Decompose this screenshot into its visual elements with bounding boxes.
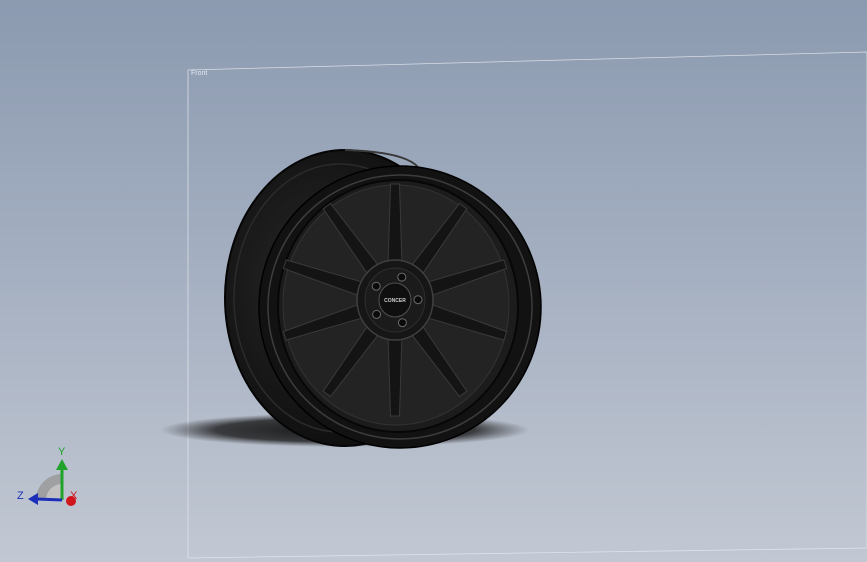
x-axis-label: X [70,490,78,502]
lug-nut [413,295,423,305]
wheel-spoke [387,333,403,417]
lug-nut [397,272,407,282]
y-axis-label: Y [58,446,66,458]
graphics-viewport[interactable]: Front CONCER Y Z X [0,0,867,562]
wheel-spoke [387,183,403,267]
wheel-model[interactable]: CONCER [224,149,542,449]
z-axis-arrow [36,497,63,502]
lug-nut [372,309,382,319]
plane-label: Front [191,70,207,77]
z-axis-label: Z [17,490,24,502]
reference-triad[interactable]: Y Z X [17,446,78,506]
z-arrow-head [28,493,38,505]
3d-scene[interactable]: Front CONCER Y Z X [0,0,867,562]
y-arrow-head [56,459,68,470]
lug-nut [371,281,381,291]
hub-logo: CONCER [384,298,406,304]
lug-nut [397,318,407,328]
